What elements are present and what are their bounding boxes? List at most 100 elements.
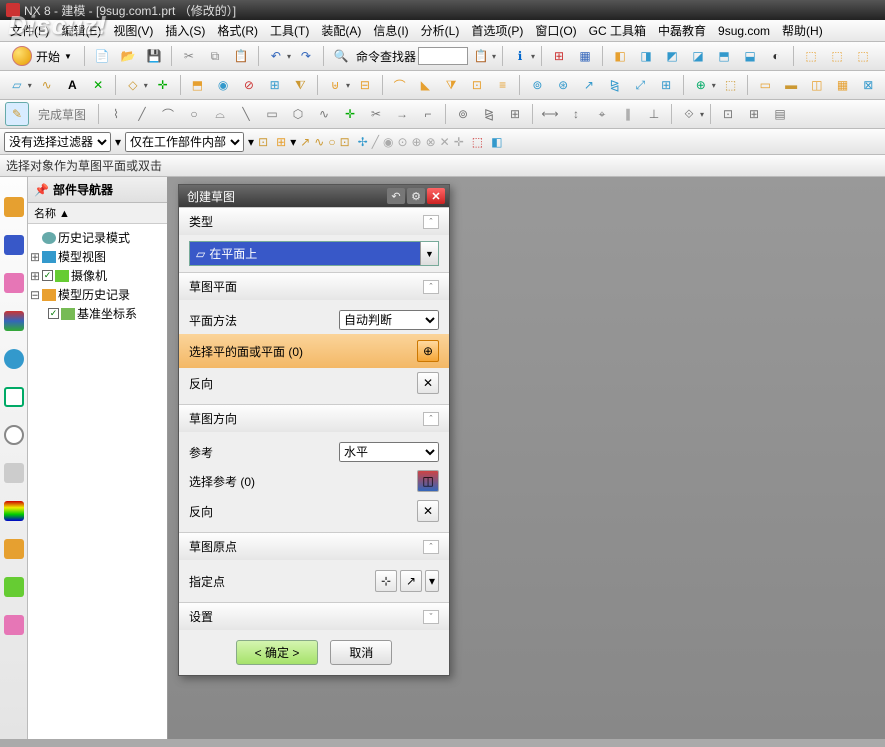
res-navigator-icon[interactable] [4,197,24,217]
sf2-icon[interactable]: ⊞ [276,135,286,149]
feat3-icon[interactable]: ▭ [753,73,777,97]
wcs-icon[interactable]: ⊞ [547,44,571,68]
point-icon[interactable]: ✕ [86,73,110,97]
res-assembly-icon[interactable] [4,235,24,255]
sf6-icon[interactable]: ⊡ [340,135,350,149]
trim-icon[interactable]: ⊟ [353,73,377,97]
grid-icon[interactable]: ▦ [573,44,597,68]
point-dialog-icon[interactable]: ↗ [400,570,422,592]
sf12-icon[interactable]: ⊗ [426,135,436,149]
point-pick-icon[interactable]: ⊹ [375,570,397,592]
move-icon[interactable]: ↗ [577,73,601,97]
loft-icon[interactable]: ⧨ [289,73,313,97]
dialog-titlebar[interactable]: 创建草图 ↶ ⚙ ✕ [179,185,449,207]
menu-gc[interactable]: GC 工具箱 [583,20,652,41]
res-color-icon[interactable] [4,501,24,521]
datum-icon[interactable]: ◇ [121,73,145,97]
dialog-undo-icon[interactable]: ↶ [387,188,405,204]
sf15-icon[interactable]: ⬚ [472,135,483,149]
res-role3-icon[interactable] [4,615,24,635]
dialog-close-icon[interactable]: ✕ [427,188,445,204]
new-icon[interactable]: 📄 [90,44,114,68]
menu-insert[interactable]: 插入(S) [159,20,211,41]
fillet-icon[interactable]: ⌓ [208,102,232,126]
finish-sketch-button[interactable]: 完成草图 [31,102,93,126]
cdim-icon[interactable]: ⟷ [538,102,562,126]
chamferc-icon[interactable]: ╲ [234,102,258,126]
feat6-icon[interactable]: ▦ [831,73,855,97]
scale-icon[interactable]: ⤢ [628,73,652,97]
paste-icon[interactable]: 📋 [229,44,253,68]
ref-select[interactable]: 水平 [339,442,439,462]
line-icon[interactable]: ╱ [130,102,154,126]
constr2-icon[interactable]: ⊞ [742,102,766,126]
sf14-icon[interactable]: ✛ [454,135,464,149]
thick-icon[interactable]: ≡ [491,73,515,97]
feat4-icon[interactable]: ▬ [779,73,803,97]
sf8-icon[interactable]: ╱ [372,135,379,149]
res-reuse-icon[interactable] [4,349,24,369]
menu-analysis[interactable]: 分析(L) [415,20,466,41]
corner-icon[interactable]: ⌐ [416,102,440,126]
save-icon[interactable]: 💾 [142,44,166,68]
offset2-icon[interactable]: ⊛ [551,73,575,97]
constr-icon[interactable]: ⊡ [716,102,740,126]
redo-icon[interactable]: ↷ [294,44,318,68]
extend-icon[interactable]: → [390,102,414,126]
cube1-icon[interactable]: ◧ [608,44,632,68]
feat7-icon[interactable]: ⊠ [856,73,880,97]
tree-item-history-mode[interactable]: 历史记录模式 [30,228,165,247]
pattern-icon[interactable]: ⊞ [263,73,287,97]
cmd-find-icon[interactable]: 🔍 [329,44,353,68]
cancel-button[interactable]: 取消 [330,640,392,665]
sf4-icon[interactable]: ∿ [314,135,324,149]
cmd-caret-icon[interactable]: 📋 [469,44,493,68]
res-role2-icon[interactable] [4,577,24,597]
navigator-column[interactable]: 名称 ▲ [28,203,167,224]
menu-info[interactable]: 信息(I) [367,20,414,41]
menu-file[interactable]: 文件(F) [4,20,55,41]
sf10-icon[interactable]: ⊙ [397,135,407,149]
res-web-icon[interactable] [4,387,24,407]
sketch-new-icon[interactable]: ✎ [5,102,29,126]
point-caret-icon[interactable]: ▾ [425,570,439,592]
cube4-icon[interactable]: ◪ [686,44,710,68]
cube6-icon[interactable]: ⬓ [738,44,762,68]
sf7-icon[interactable]: ✢ [358,135,368,149]
sf13-icon[interactable]: ✕ [440,135,450,149]
section-origin-header[interactable]: 草图原点 ˆ [179,533,449,560]
sf3-icon[interactable]: ↗ [300,135,310,149]
menu-window[interactable]: 窗口(O) [529,20,582,41]
cmd-find-input[interactable] [418,47,468,65]
sketch-type-combo[interactable]: ▱在平面上 ▼ [189,241,439,266]
open-icon[interactable]: 📂 [116,44,140,68]
dialog-gear-icon[interactable]: ⚙ [407,188,425,204]
cperp-icon[interactable]: ⊥ [642,102,666,126]
res-constraint-icon[interactable] [4,273,24,293]
mirror-icon[interactable]: ⧎ [603,73,627,97]
rect-icon[interactable]: ▭ [260,102,284,126]
unite-icon[interactable]: ⊎ [323,73,347,97]
undo-icon[interactable]: ↶ [264,44,288,68]
sf16-icon[interactable]: ◧ [491,135,502,149]
sf1-icon[interactable]: ⊡ [258,135,268,149]
feat5-icon[interactable]: ◫ [805,73,829,97]
chamfer-icon[interactable]: ◣ [413,73,437,97]
center-icon[interactable]: ✛ [151,73,175,97]
sf9-icon[interactable]: ◉ [383,135,393,149]
menu-9sug[interactable]: 9sug.com [712,22,776,40]
info-icon[interactable]: ℹ [508,44,532,68]
tree-item-model-history[interactable]: ⊟ 模型历史记录 [30,285,165,304]
shell-icon[interactable]: ⊡ [465,73,489,97]
featgrp-icon[interactable]: ⊕ [689,73,713,97]
wire1-icon[interactable]: ⬚ [799,44,823,68]
tree-item-model-views[interactable]: ⊞ 模型视图 [30,247,165,266]
spline-icon[interactable]: ∿ [312,102,336,126]
feat2-icon[interactable]: ⬚ [719,73,743,97]
hole-icon[interactable]: ⊘ [237,73,261,97]
mirrorc-icon[interactable]: ⧎ [477,102,501,126]
res-history-icon[interactable] [4,425,24,445]
trim2-icon[interactable]: ✂ [364,102,388,126]
res-role1-icon[interactable] [4,539,24,559]
text-icon[interactable]: A [61,73,85,97]
